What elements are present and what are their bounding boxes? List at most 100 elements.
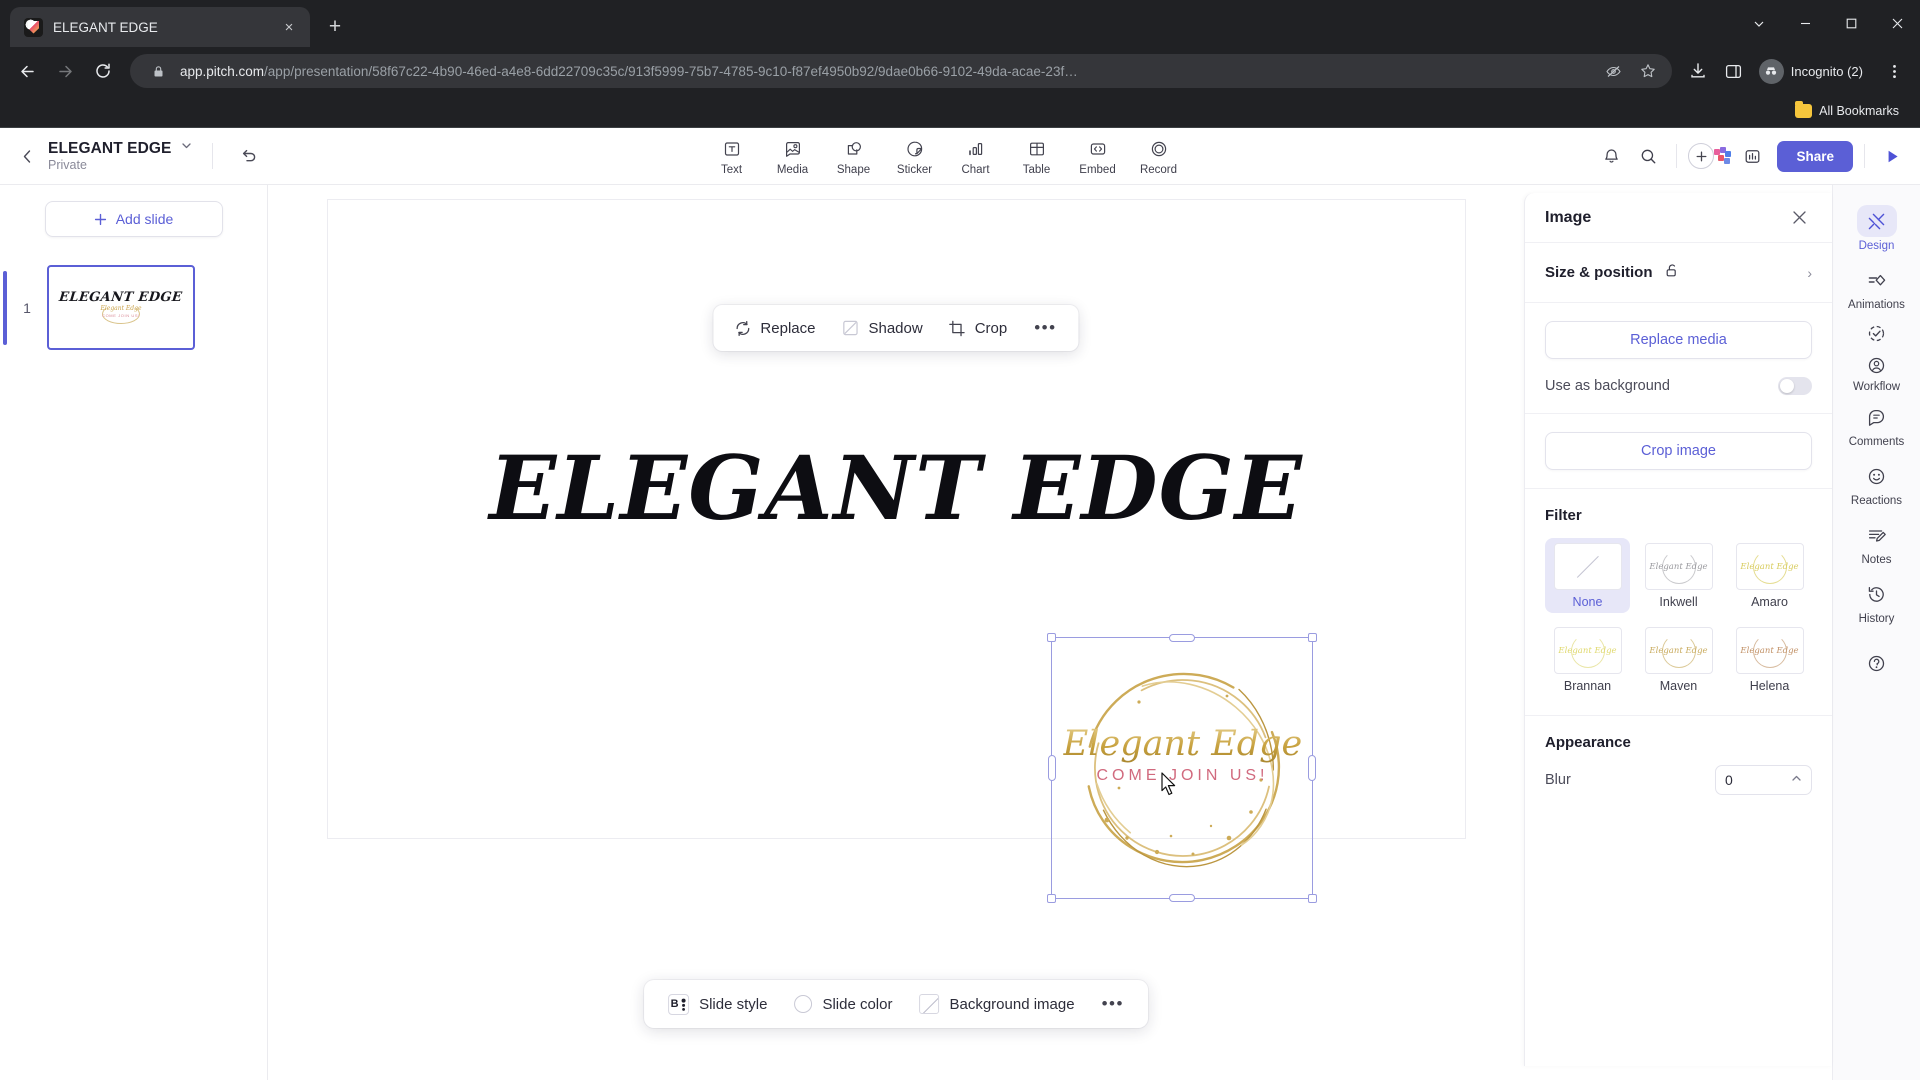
slide-color-button[interactable]: Slide color xyxy=(782,987,904,1021)
slide-thumbnail[interactable]: ELEGANT EDGE Elegant Edge COME JOIN US! xyxy=(47,265,195,350)
search-icon[interactable] xyxy=(1632,140,1665,173)
add-slide-button[interactable]: Add slide xyxy=(44,201,223,237)
resize-handle-top-right[interactable] xyxy=(1307,633,1317,642)
resize-handle-top-left[interactable] xyxy=(1046,633,1056,642)
replace-media-button[interactable]: Replace media xyxy=(1545,321,1812,359)
resize-handle-bottom-right[interactable] xyxy=(1307,894,1317,903)
rail-item-design[interactable]: Design xyxy=(1841,199,1913,256)
workflow-assignee-icon[interactable] xyxy=(1856,349,1896,381)
unlock-icon[interactable] xyxy=(1664,263,1679,283)
resize-handle-bottom[interactable] xyxy=(1168,894,1195,902)
maximize-icon[interactable] xyxy=(1828,0,1874,47)
chrome-menu-icon[interactable] xyxy=(1878,55,1910,87)
tool-embed[interactable]: Embed xyxy=(1068,134,1127,179)
filter-amaro[interactable]: Elegant Edge Amaro xyxy=(1727,538,1812,613)
resize-handle-bottom-left[interactable] xyxy=(1046,894,1056,903)
minimize-icon[interactable] xyxy=(1782,0,1828,47)
slide-style-button[interactable]: B Slide style xyxy=(656,986,779,1023)
close-icon[interactable]: × xyxy=(278,16,300,38)
use-as-background-toggle[interactable] xyxy=(1778,377,1812,395)
forward-icon[interactable] xyxy=(48,54,82,88)
back-icon[interactable] xyxy=(10,54,44,88)
filter-brannan[interactable]: Elegant Edge Brannan xyxy=(1545,622,1630,697)
address-bar[interactable]: app.pitch.com/app/presentation/58f67c22-… xyxy=(130,54,1672,88)
back-to-dashboard-icon[interactable] xyxy=(12,141,42,171)
new-tab-button[interactable]: + xyxy=(318,10,352,44)
bookmark-star-icon[interactable] xyxy=(1636,59,1660,83)
rail-item-workflow[interactable]: Workflow xyxy=(1853,317,1900,393)
notifications-bell-icon[interactable] xyxy=(1595,140,1628,173)
tool-table[interactable]: Table xyxy=(1007,134,1066,179)
close-icon[interactable] xyxy=(1786,205,1812,231)
rail-label: Design xyxy=(1858,240,1895,252)
filter-none[interactable]: None xyxy=(1545,538,1630,613)
rail-item-history[interactable]: History xyxy=(1841,572,1913,629)
tool-media[interactable]: Media xyxy=(763,134,822,179)
rail-item-animations[interactable]: Animations xyxy=(1841,258,1913,315)
slide-wordmark[interactable]: ELEGANT EDGE xyxy=(489,436,1303,540)
comments-icon xyxy=(1857,401,1897,433)
rail-item-help[interactable] xyxy=(1841,641,1913,683)
chevron-up-icon[interactable] xyxy=(1791,773,1802,787)
filter-inkwell[interactable]: Elegant Edge Inkwell xyxy=(1636,538,1721,613)
crop-label: Crop xyxy=(974,319,1008,337)
deck-title-row[interactable]: ELEGANT EDGE xyxy=(48,139,192,158)
browser-tab[interactable]: ELEGANT EDGE × xyxy=(10,7,310,47)
blur-stepper[interactable]: 0 xyxy=(1715,765,1812,795)
rail-item-comments[interactable]: Comments xyxy=(1841,395,1913,452)
divider xyxy=(1676,144,1678,168)
chevron-right-icon[interactable]: › xyxy=(1807,265,1812,281)
share-button[interactable]: Share xyxy=(1777,140,1853,172)
chevron-down-icon[interactable] xyxy=(1736,0,1782,47)
rail-item-notes[interactable]: Notes xyxy=(1841,513,1913,570)
rail-item-reactions[interactable]: Reactions xyxy=(1841,454,1913,511)
tool-chart[interactable]: Chart xyxy=(946,134,1005,179)
filter-helena[interactable]: Elegant Edge Helena xyxy=(1727,622,1812,697)
image-properties-panel: Image Size & position › Replace media Us… xyxy=(1524,193,1832,1066)
media-section: Replace media Use as background xyxy=(1525,303,1832,414)
side-panel-icon[interactable] xyxy=(1718,55,1750,87)
present-play-icon[interactable] xyxy=(1876,140,1908,172)
chevron-down-icon[interactable] xyxy=(181,140,192,156)
slide-more-options-icon[interactable]: ••• xyxy=(1090,991,1136,1017)
resize-handle-right[interactable] xyxy=(1307,755,1316,781)
resize-handle-left[interactable] xyxy=(1047,755,1056,781)
tool-sticker[interactable]: Sticker xyxy=(885,134,944,179)
tab-title: ELEGANT EDGE xyxy=(53,19,158,35)
tool-label: Sticker xyxy=(896,163,933,176)
tool-shape[interactable]: Shape xyxy=(824,134,883,179)
crop-image-button[interactable]: Crop image xyxy=(1545,432,1812,470)
window-close-icon[interactable] xyxy=(1874,0,1920,47)
reload-icon[interactable] xyxy=(86,54,120,88)
collaborator-avatars[interactable] xyxy=(1714,147,1732,165)
deck-visibility: Private xyxy=(48,157,87,172)
profile-chip[interactable]: Incognito (2) xyxy=(1754,55,1874,88)
slide-color-label: Slide color xyxy=(822,995,893,1013)
downloads-icon[interactable] xyxy=(1682,55,1714,87)
size-position-row[interactable]: Size & position › xyxy=(1525,243,1832,303)
app-body: Add slide 1 ELEGANT EDGE Elegant Edge CO… xyxy=(0,185,1920,1080)
hide-icon[interactable] xyxy=(1602,59,1626,83)
tool-label: Record xyxy=(1139,163,1178,176)
shadow-button[interactable]: Shadow xyxy=(830,312,933,344)
history-icon xyxy=(1857,578,1897,610)
list-item[interactable]: 1 ELEGANT EDGE Elegant Edge COME JOIN US… xyxy=(0,265,267,350)
resize-handle-top[interactable] xyxy=(1168,634,1195,642)
add-collaborator-icon[interactable] xyxy=(1688,143,1715,169)
analytics-icon[interactable] xyxy=(1736,140,1769,173)
media-icon xyxy=(783,137,803,161)
filter-maven[interactable]: Elegant Edge Maven xyxy=(1636,622,1721,697)
all-bookmarks-button[interactable]: All Bookmarks xyxy=(1788,100,1906,122)
undo-icon[interactable] xyxy=(233,140,265,172)
replace-button[interactable]: Replace xyxy=(723,313,826,344)
tool-text[interactable]: Text xyxy=(702,134,761,179)
more-options-icon[interactable]: ••• xyxy=(1022,316,1068,340)
workflow-status-icon[interactable] xyxy=(1856,317,1896,349)
tool-record[interactable]: Record xyxy=(1129,134,1188,179)
divider xyxy=(211,143,213,169)
image-selection-box[interactable] xyxy=(1046,633,1317,903)
crop-button[interactable]: Crop xyxy=(938,313,1019,344)
slide-canvas[interactable]: ELEGANT EDGE Elegant Edge COME JOIN US! … xyxy=(326,199,1466,903)
background-image-button[interactable]: Background image xyxy=(907,986,1086,1022)
filter-thumbnail: Elegant Edge xyxy=(1553,627,1622,674)
